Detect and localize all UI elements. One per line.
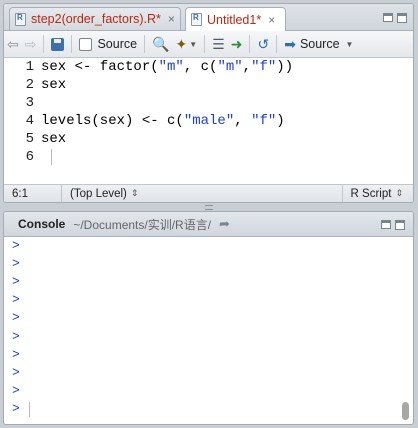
minimize-pane-button[interactable] [383,13,393,22]
tab-untitled1[interactable]: Untitled1* × [185,7,286,31]
code-token: sex [41,131,67,147]
code-token: , [242,59,252,75]
floppy-disk-icon [51,37,65,51]
tab-label: step2(order_factors).R* [31,12,161,26]
line-number: 4 [25,113,34,129]
r-file-icon [15,12,26,26]
console-prompt: > [12,364,20,380]
console-title[interactable]: Console [18,217,65,231]
line-code: sex [41,131,66,147]
line-code: levels(sex) <- c("male", "f") [41,113,285,129]
line-number: 6 [25,149,34,165]
console-prompt: > [12,274,20,290]
line-number: 3 [25,95,34,111]
console-prompt: > [12,328,20,344]
console-output[interactable]: > > > > > > > > > > [4,237,413,424]
console-prompt: > [12,238,20,253]
code-token: , [234,113,252,129]
tab-label: Untitled1* [207,12,262,27]
console-prompt: > [12,292,20,308]
line-number: 1 [25,59,34,75]
code-tools-button[interactable]: ✦ ▼ [173,34,201,54]
console-prompt: > [12,400,20,416]
code-line[interactable]: 6 [4,148,41,166]
string-literal: "male" [183,113,235,129]
code-line[interactable]: 5 sex [4,130,67,148]
minimize-pane-button[interactable] [381,220,391,229]
string-literal: "f" [251,113,277,129]
maximize-pane-button[interactable] [397,13,407,23]
updown-icon: ⇕ [130,188,139,198]
go-to-directory-icon[interactable]: ➦ [219,216,230,232]
compile-report-icon[interactable]: ☰ [209,34,228,54]
string-literal: "f" [251,59,277,75]
file-type-label: R Script [350,187,392,200]
source-button-label: Source [299,37,340,51]
code-token: sex [41,77,67,93]
code-line[interactable]: 3 [4,94,41,112]
string-literal: "m" [217,59,243,75]
magic-wand-icon: ✦ [175,36,188,52]
line-code: sex <- factor("m", c("m","f")) [41,59,293,75]
string-literal: "m" [158,59,184,75]
maximize-pane-button[interactable] [395,220,405,230]
search-icon[interactable]: 🔍 [149,34,172,54]
file-type-selector[interactable]: R Script ⇕ [341,185,413,202]
source-on-save-toggle[interactable]: Source [76,34,140,54]
save-button[interactable] [48,34,67,54]
editor-status-bar: 6:1 (Top Level) ⇕ R Script ⇕ [4,184,413,202]
close-icon[interactable]: × [268,13,275,27]
console-prompt: > [12,346,20,362]
console-header: Console ~/Documents/实训/R语言/ ➦ [4,212,413,237]
scope-label: (Top Level) [70,187,127,200]
updown-icon: ⇕ [395,188,403,198]
source-button[interactable]: ➡ Source ▼ [281,34,356,54]
code-line[interactable]: 4 levels(sex) <- c("male", "f") [4,112,285,130]
code-token: levels(sex) <- c( [41,113,184,129]
forward-arrow-icon[interactable]: ⇨ [22,34,40,54]
console-prompt: > [12,382,20,398]
editor-toolbar: ⇦ ⇨ Source 🔍 ✦ ▼ ☰ ➜ ↺ ➡ Source ▼ [4,31,413,58]
run-line-icon[interactable]: ➜ [228,34,246,54]
code-editor[interactable]: 1 sex <- factor("m", c("m","f")) 2 sex 3 4 lev… [4,58,413,186]
code-line[interactable]: 2 sex [4,76,67,94]
console-prompt: > [12,256,20,272]
console-pane: Console ~/Documents/实训/R语言/ ➦ > > > > > > > > > > [3,211,414,425]
code-line[interactable]: 1 sex <- factor("m", c("m","f")) [4,58,294,76]
back-arrow-icon[interactable]: ⇦ [4,34,22,54]
chevron-down-icon: ▼ [345,39,354,49]
chevron-down-icon: ▼ [189,39,198,49]
line-number: 5 [25,131,34,147]
console-prompt: > [12,310,20,326]
console-cursor [29,401,30,417]
code-token: , c( [183,59,218,75]
tab-step2-order-factors[interactable]: step2(order_factors).R* × [9,7,181,30]
line-code: sex [41,77,66,93]
line-number: 2 [25,77,34,93]
code-token: )) [276,59,294,75]
working-directory: ~/Documents/实训/R语言/ [73,217,212,232]
code-token: ) [276,113,285,129]
source-editor-pane: step2(order_factors).R* × Untitled1* × ⇦… [3,3,414,203]
code-token: sex <- factor( [41,59,159,75]
rerun-icon[interactable]: ↺ [254,34,272,54]
source-arrow-icon: ➡ [284,36,296,52]
source-on-save-label: Source [97,37,138,51]
cursor-position: 6:1 [4,185,62,202]
scope-selector[interactable]: (Top Level) ⇕ [62,185,342,202]
text-cursor [51,149,52,165]
editor-tab-bar: step2(order_factors).R* × Untitled1* × [4,4,413,31]
source-on-save-checkbox[interactable] [79,37,93,51]
close-icon[interactable]: × [168,12,175,26]
pane-splitter-handle[interactable] [205,205,213,210]
r-file-icon [191,13,202,26]
console-scrollbar[interactable] [402,402,409,420]
